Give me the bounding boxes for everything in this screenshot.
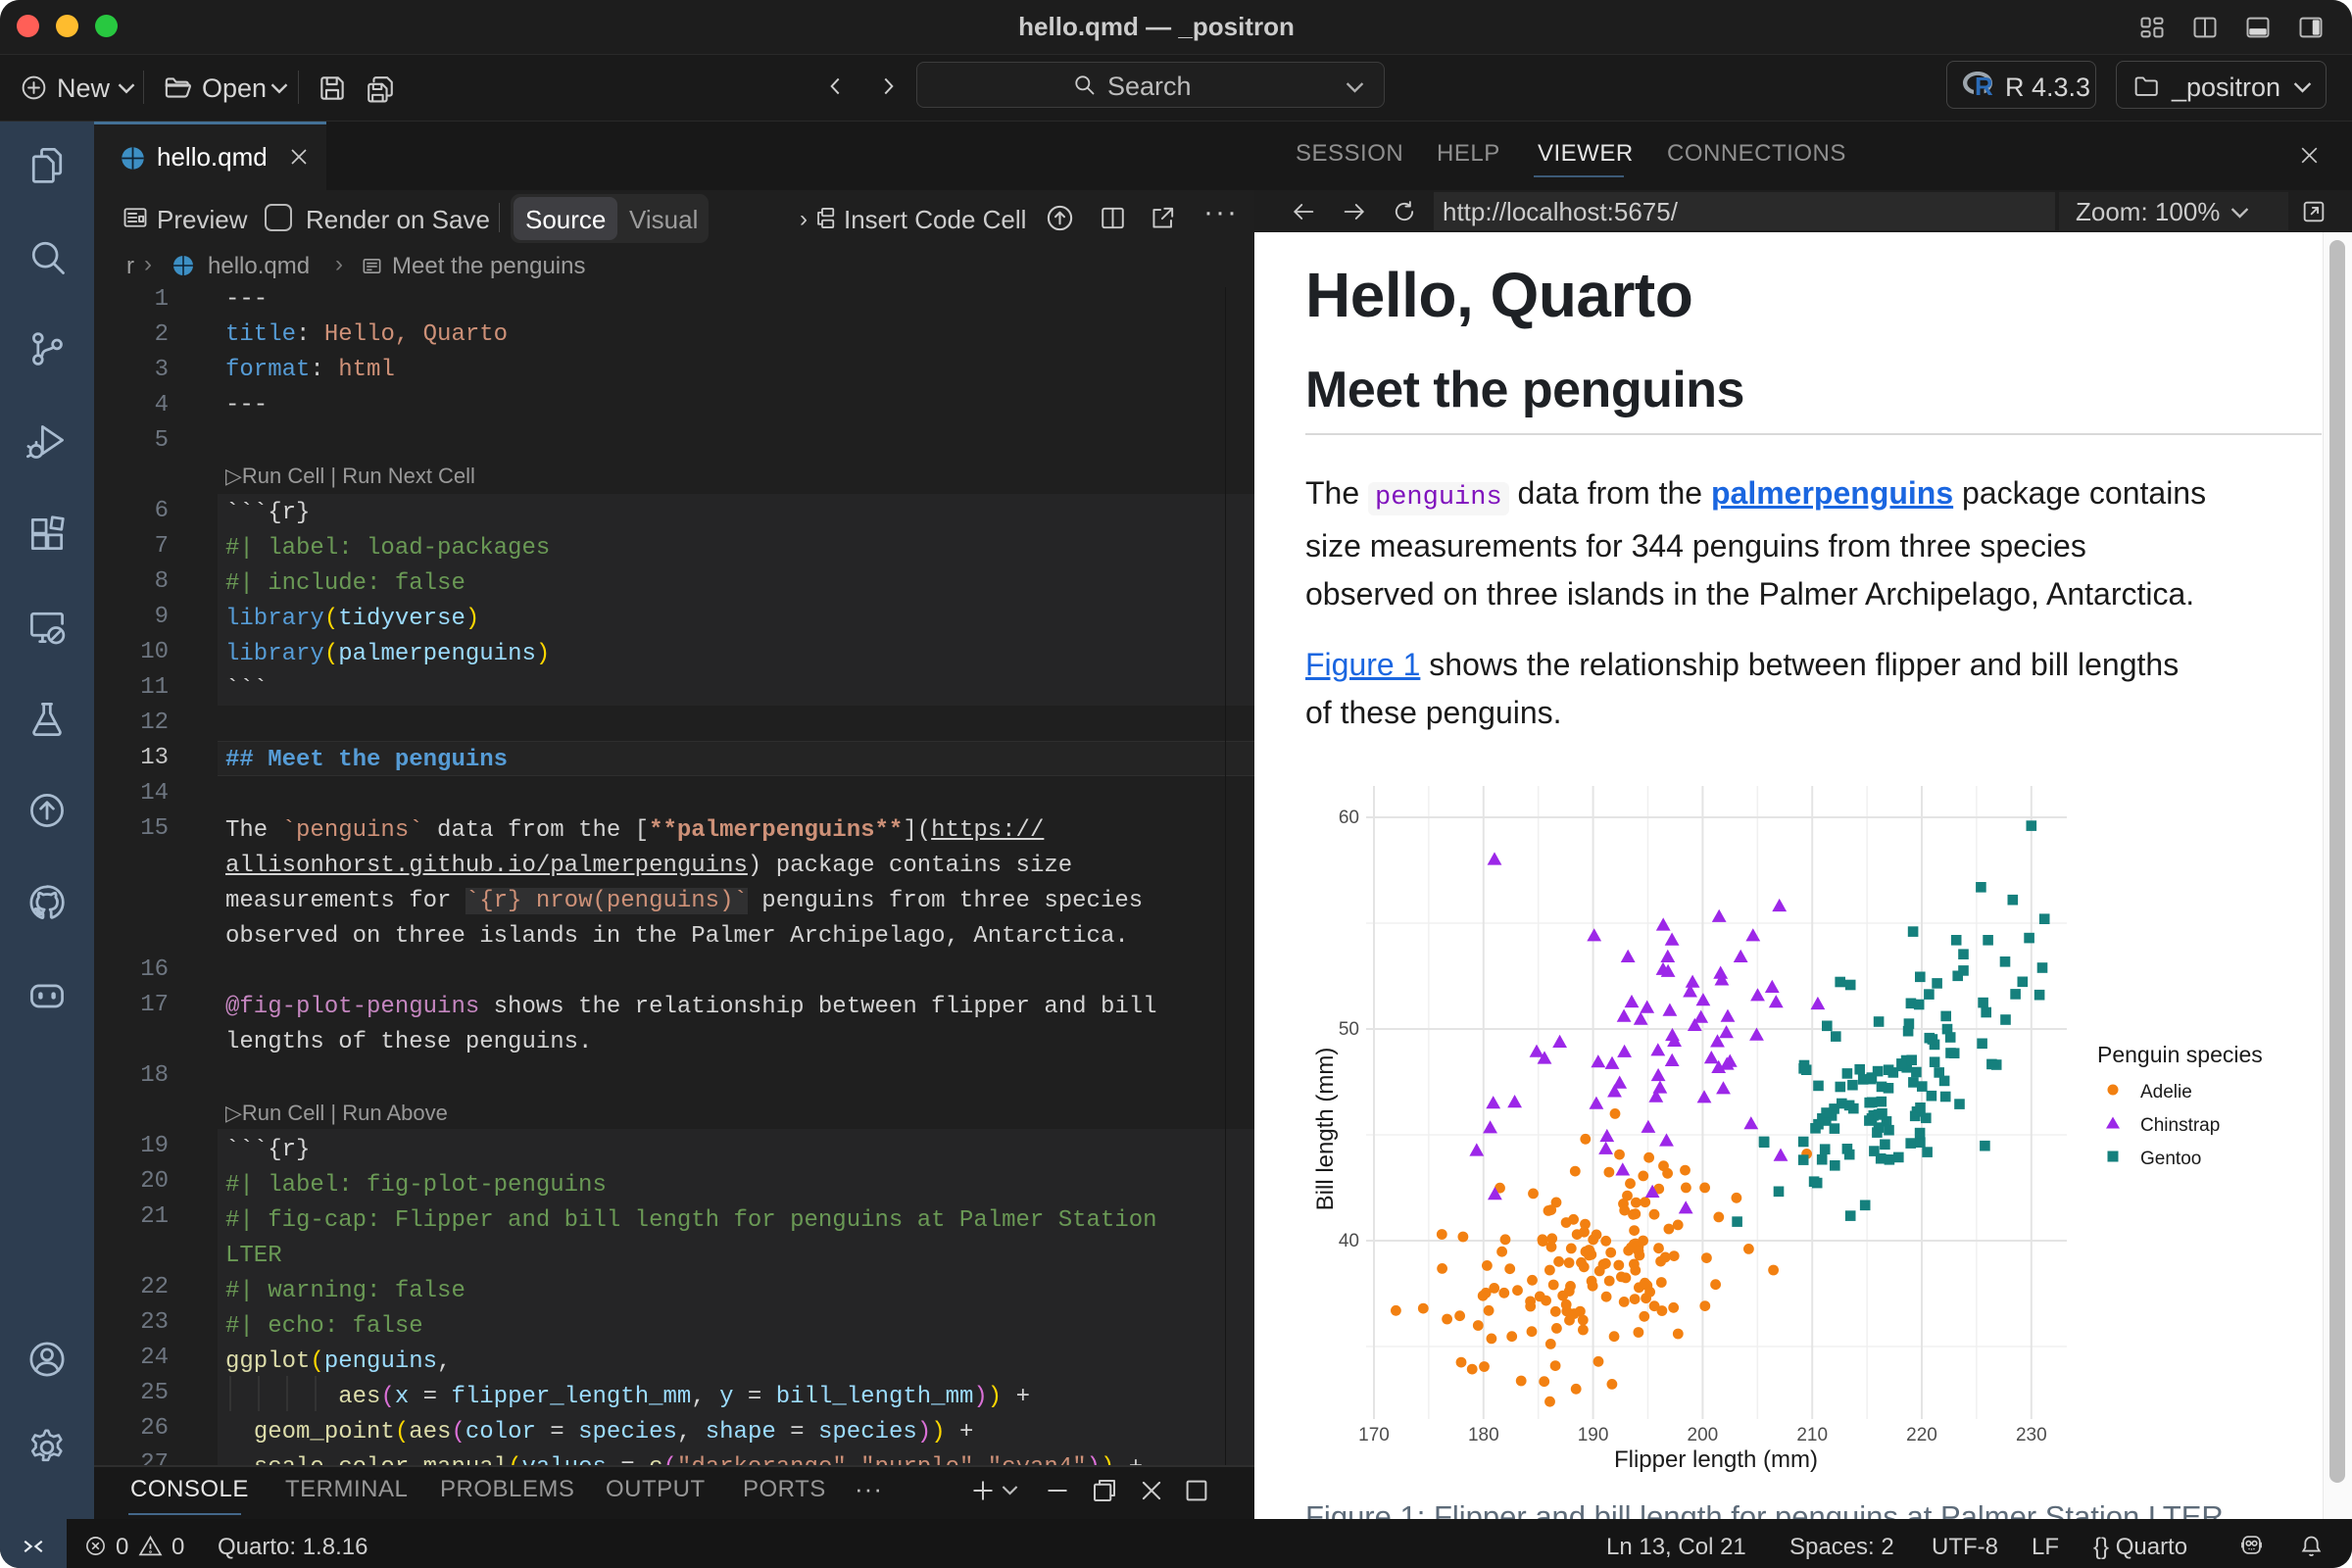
svg-text:R: R [1975,72,1993,100]
svg-text:Penguin species: Penguin species [2097,1042,2263,1067]
svg-text:180: 180 [1468,1425,1499,1446]
svg-text:190: 190 [1578,1425,1609,1446]
svg-text:Adelie: Adelie [2140,1082,2192,1102]
svg-text:50: 50 [1339,1019,1359,1040]
svg-text:Flipper length (mm): Flipper length (mm) [1614,1446,1818,1473]
svg-text:Gentoo: Gentoo [2140,1149,2201,1169]
svg-text:40: 40 [1339,1231,1359,1251]
svg-text:Bill length (mm): Bill length (mm) [1312,1048,1339,1211]
svg-text:220: 220 [1906,1425,1937,1446]
svg-text:230: 230 [2016,1425,2047,1446]
svg-text:170: 170 [1358,1425,1390,1446]
svg-text:210: 210 [1796,1425,1828,1446]
svg-text:Chinstrap: Chinstrap [2140,1115,2220,1136]
svg-text:60: 60 [1339,808,1359,828]
svg-text:200: 200 [1688,1425,1719,1446]
